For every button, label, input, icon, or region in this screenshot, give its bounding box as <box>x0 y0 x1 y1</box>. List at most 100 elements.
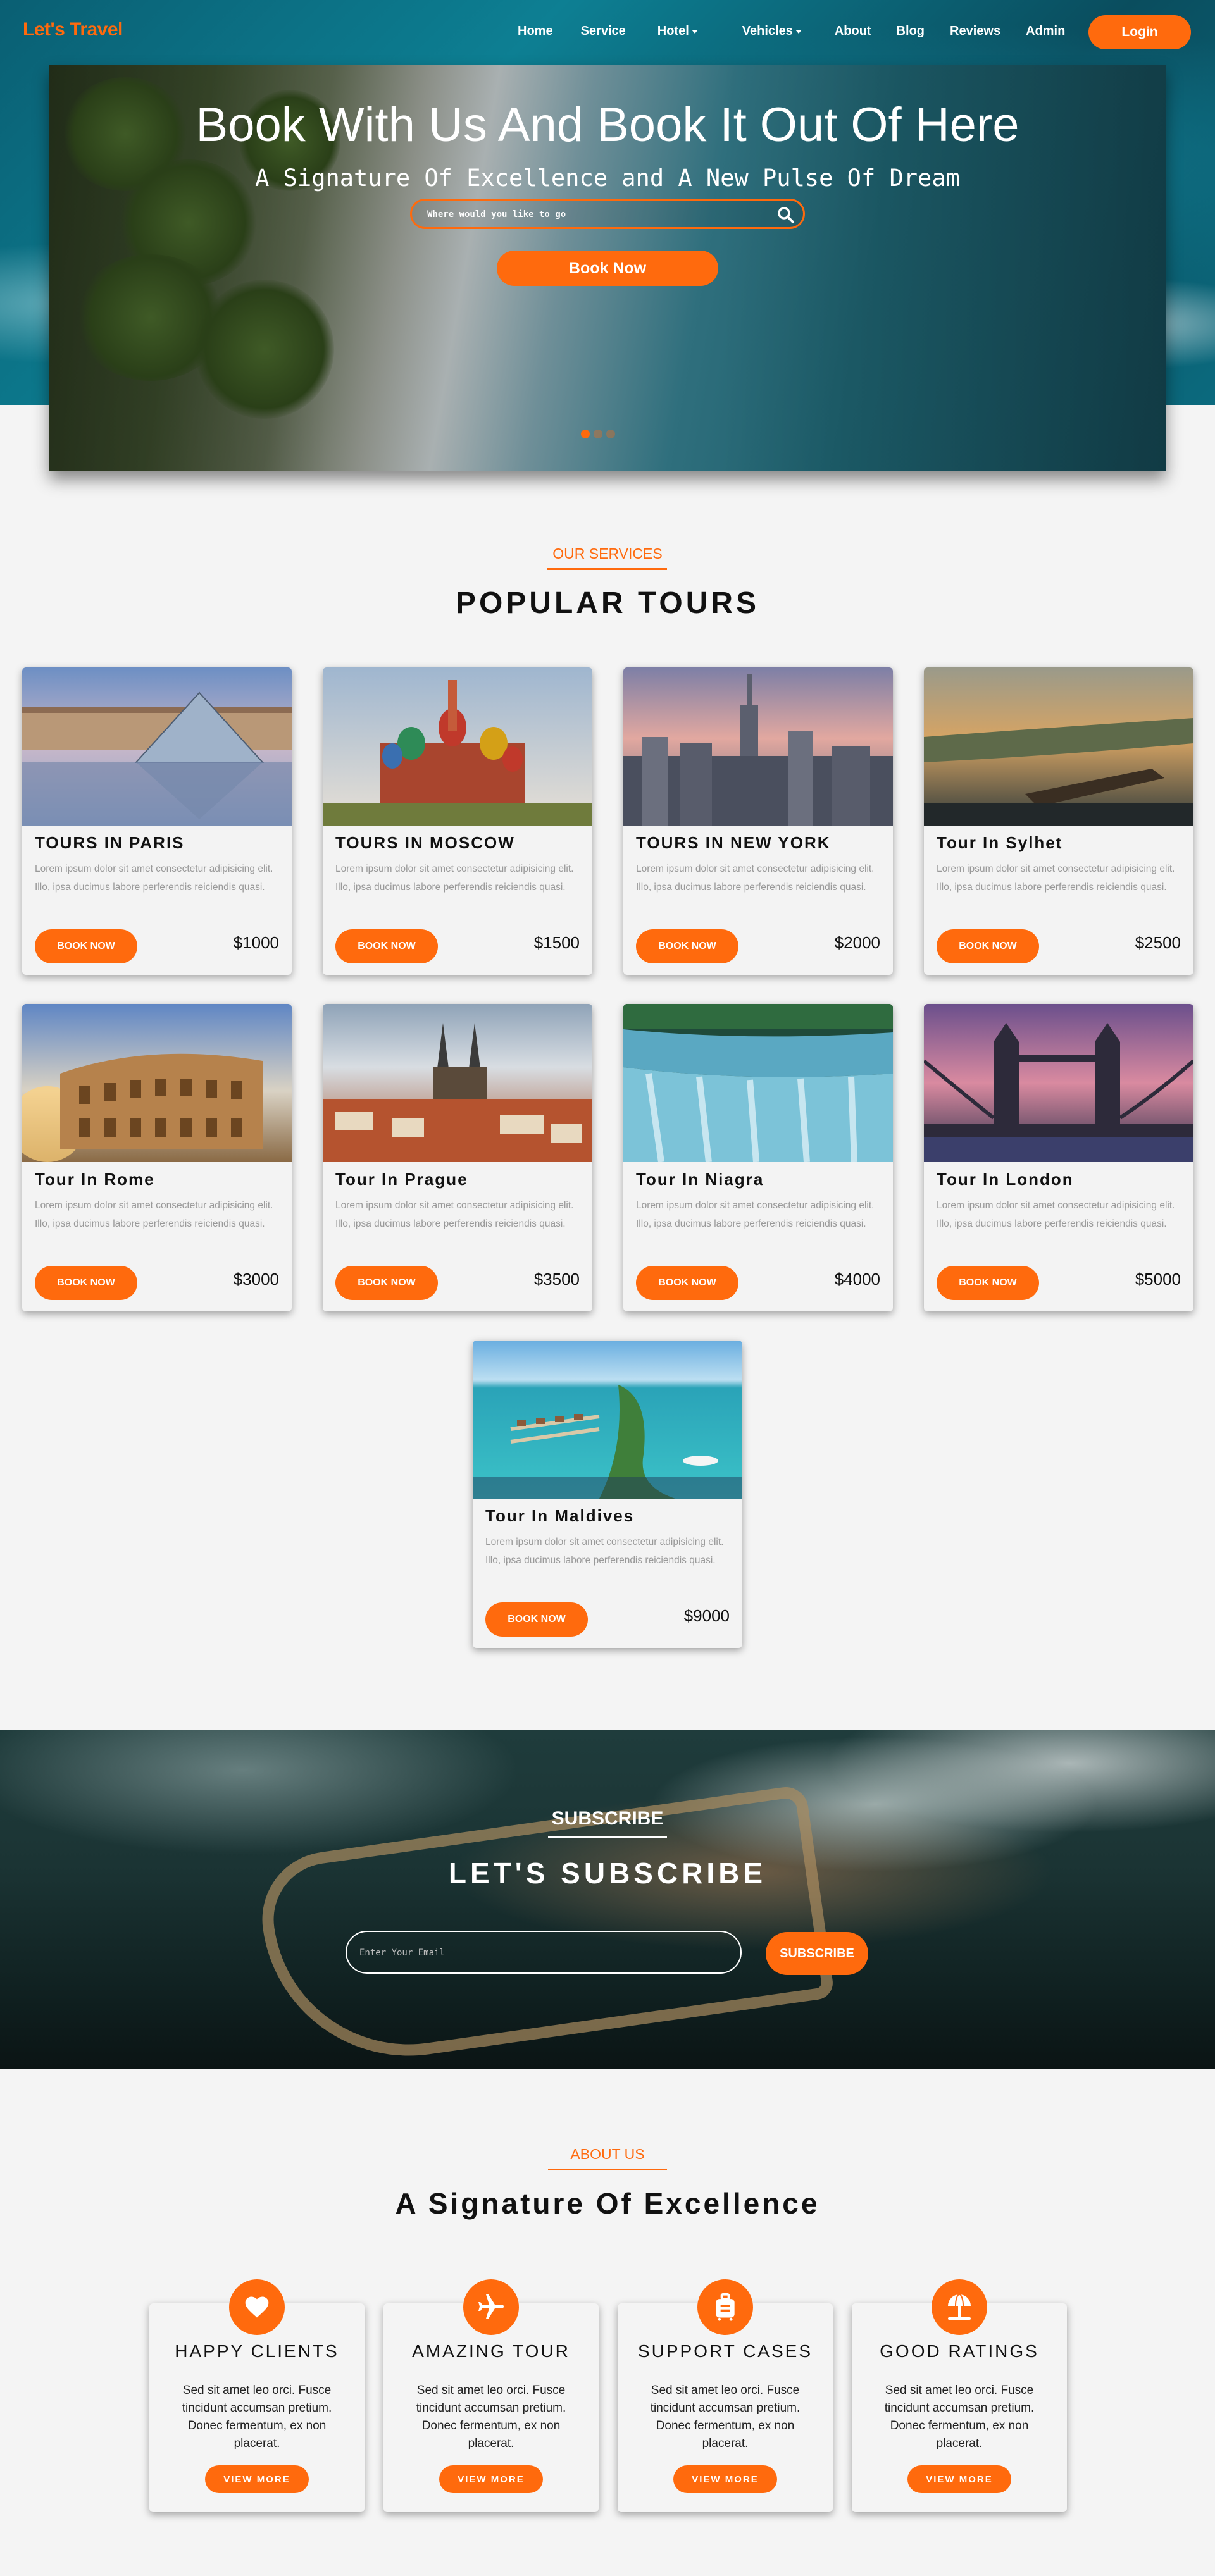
brand-logo[interactable]: Let's Travel <box>23 19 123 40</box>
tour-card: Tour In London Lorem ipsum dolor sit ame… <box>924 1004 1193 1311</box>
about-card-text: Sed sit amet leo orci. Fusce tincidunt a… <box>884 2384 1035 2450</box>
about-card-title: SUPPORT CASES <box>637 2341 813 2361</box>
suitcase-icon <box>716 2293 735 2321</box>
about-eyebrow-underline <box>548 2169 667 2170</box>
tour-price: $3000 <box>233 1270 279 1289</box>
search-bar <box>410 199 805 229</box>
beach-umbrella-icon <box>948 2294 971 2320</box>
about-card-text: Sed sit amet leo orci. Fusce tincidunt a… <box>650 2384 801 2450</box>
tour-card: Tour In Prague Lorem ipsum dolor sit ame… <box>323 1004 592 1311</box>
about-card-title: GOOD RATINGS <box>880 2341 1039 2361</box>
nav-reviews[interactable]: Reviews <box>950 24 1000 39</box>
nav-links: Home Service Hotel Vehicles About Blog R… <box>518 24 1065 39</box>
tour-name: TOURS IN MOSCOW <box>335 833 515 852</box>
services-eyebrow-underline <box>547 568 667 570</box>
london-tower-bridge-image <box>924 1004 1193 1162</box>
view-more-button[interactable]: VIEW MORE <box>907 2465 1011 2493</box>
about-icon-badge <box>932 2279 987 2335</box>
about-card-text: Sed sit amet leo orci. Fusce tincidunt a… <box>416 2384 566 2450</box>
carousel-indicator[interactable] <box>606 430 615 438</box>
tour-price: $2500 <box>1135 933 1181 952</box>
tour-description: Lorem ipsum dolor sit amet consectetur a… <box>485 1537 724 1566</box>
tour-card: Tour In Maldives Lorem ipsum dolor sit a… <box>473 1341 742 1648</box>
tour-name: Tour In Rome <box>35 1170 155 1189</box>
subscribe-button[interactable]: SUBSCRIBE <box>766 1932 868 1975</box>
subscribe-eyebrow-underline <box>548 1836 667 1838</box>
palm-tree-image <box>195 280 334 419</box>
carousel-indicator[interactable] <box>594 430 602 438</box>
tour-card: Tour In Sylhet Lorem ipsum dolor sit ame… <box>924 667 1193 975</box>
tour-name: Tour In Niagra <box>636 1170 764 1189</box>
sylhet-river-image <box>924 667 1193 826</box>
view-more-button[interactable]: VIEW MORE <box>205 2465 309 2493</box>
tour-card: Tour In Rome Lorem ipsum dolor sit amet … <box>22 1004 292 1311</box>
login-button[interactable]: Login <box>1088 15 1191 49</box>
tour-price: $4000 <box>834 1270 880 1289</box>
hero-subtitle: A Signature Of Excellence and A New Puls… <box>255 164 960 192</box>
subscribe-eyebrow: SUBSCRIBE <box>551 1808 664 1829</box>
tour-description: Lorem ipsum dolor sit amet consectetur a… <box>636 1200 875 1229</box>
services-title: POPULAR TOURS <box>455 586 760 620</box>
about-card-title: HAPPY CLIENTS <box>175 2341 339 2361</box>
services-eyebrow: OUR SERVICES <box>552 545 663 562</box>
nav-home[interactable]: Home <box>518 24 553 39</box>
heart-icon <box>245 2296 269 2318</box>
carousel-indicators <box>581 430 619 438</box>
navbar: Let's Travel Home Service Hotel Vehicles… <box>0 0 1215 63</box>
tour-price: $5000 <box>1135 1270 1181 1289</box>
about-card: HAPPY CLIENTS Sed sit amet leo orci. Fus… <box>149 2279 364 2512</box>
tour-price: $2000 <box>834 933 880 952</box>
about-icon-badge <box>463 2279 519 2335</box>
tour-card: TOURS IN NEW YORK Lorem ipsum dolor sit … <box>623 667 893 975</box>
book-now-button[interactable]: BOOK NOW <box>35 929 137 963</box>
about-icon-badge <box>697 2279 753 2335</box>
chevron-down-icon <box>795 29 802 34</box>
niagara-falls-image <box>623 1004 893 1162</box>
new-york-skyline-image <box>623 667 893 826</box>
rome-colosseum-image <box>22 1004 292 1162</box>
tour-description: Lorem ipsum dolor sit amet consectetur a… <box>937 1200 1175 1229</box>
search-input[interactable] <box>427 207 756 222</box>
email-field-wrapper <box>346 1931 742 1974</box>
search-icon[interactable] <box>776 206 795 225</box>
tour-card: TOURS IN PARIS Lorem ipsum dolor sit ame… <box>22 667 292 975</box>
hero-carousel: Book With Us And Book It Out Of Here A S… <box>49 65 1166 471</box>
tour-description: Lorem ipsum dolor sit amet consectetur a… <box>636 864 875 893</box>
book-now-button[interactable]: BOOK NOW <box>937 1266 1039 1300</box>
tour-description: Lorem ipsum dolor sit amet consectetur a… <box>335 864 574 893</box>
nav-service[interactable]: Service <box>581 24 626 39</box>
tour-name: TOURS IN NEW YORK <box>636 833 831 852</box>
email-field[interactable] <box>359 1946 726 1960</box>
nav-blog[interactable]: Blog <box>897 24 925 39</box>
subscribe-title: LET'S SUBSCRIBE <box>448 1857 767 1890</box>
carousel-indicator[interactable] <box>581 430 590 438</box>
book-now-button[interactable]: BOOK NOW <box>636 1266 738 1300</box>
about-title: A Signature Of Excellence <box>395 2187 820 2220</box>
hero-book-now-button[interactable]: Book Now <box>497 251 718 286</box>
tour-description: Lorem ipsum dolor sit amet consectetur a… <box>937 864 1175 893</box>
tour-description: Lorem ipsum dolor sit amet consectetur a… <box>35 1200 273 1229</box>
book-now-button[interactable]: BOOK NOW <box>35 1266 137 1300</box>
book-now-button[interactable]: BOOK NOW <box>335 929 438 963</box>
hero-title: Book With Us And Book It Out Of Here <box>196 98 1019 152</box>
nav-about[interactable]: About <box>835 24 871 39</box>
tour-description: Lorem ipsum dolor sit amet consectetur a… <box>35 864 273 893</box>
nav-admin[interactable]: Admin <box>1026 24 1065 39</box>
nav-hotel-dropdown[interactable]: Hotel <box>657 24 698 39</box>
tour-name: TOURS IN PARIS <box>35 833 185 852</box>
tour-card: Tour In Niagra Lorem ipsum dolor sit ame… <box>623 1004 893 1311</box>
about-card-title: AMAZING TOUR <box>412 2341 570 2361</box>
about-icon-badge <box>229 2279 285 2335</box>
book-now-button[interactable]: BOOK NOW <box>636 929 738 963</box>
book-now-button[interactable]: BOOK NOW <box>485 1602 588 1637</box>
view-more-button[interactable]: VIEW MORE <box>673 2465 777 2493</box>
book-now-button[interactable]: BOOK NOW <box>335 1266 438 1300</box>
view-more-button[interactable]: VIEW MORE <box>439 2465 543 2493</box>
nav-vehicles-dropdown[interactable]: Vehicles <box>742 24 802 39</box>
maldives-island-image <box>473 1341 742 1499</box>
prague-old-town-image <box>323 1004 592 1162</box>
about-card-text: Sed sit amet leo orci. Fusce tincidunt a… <box>182 2384 332 2450</box>
tour-name: Tour In Sylhet <box>937 833 1063 852</box>
book-now-button[interactable]: BOOK NOW <box>937 929 1039 963</box>
tour-name: Tour In Maldives <box>485 1506 635 1525</box>
